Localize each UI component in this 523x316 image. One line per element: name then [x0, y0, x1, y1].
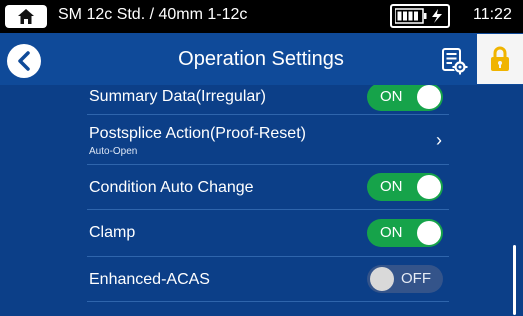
- header-bar: Operation Settings: [0, 33, 523, 85]
- toggle-state: OFF: [401, 270, 431, 287]
- clamp-toggle[interactable]: ON: [367, 219, 443, 247]
- toggle-knob: [370, 267, 394, 291]
- status-title: SM 12c Std. / 40mm 1-12c: [58, 6, 248, 23]
- toggle-knob: [417, 221, 441, 245]
- setting-row-summary-data: Summary Data(Irregular) ON: [87, 85, 449, 115]
- page-title: Operation Settings: [178, 48, 344, 70]
- setting-row-clamp: Clamp ON: [87, 210, 449, 257]
- enhanced-acas-toggle[interactable]: OFF: [367, 265, 443, 293]
- battery-icon: [395, 8, 442, 24]
- setting-row-enhanced-acas: Enhanced-ACAS OFF: [87, 257, 449, 302]
- back-icon: [18, 51, 30, 71]
- chevron-right-icon: ›: [436, 130, 442, 150]
- home-button[interactable]: [5, 5, 47, 28]
- summary-data-toggle[interactable]: ON: [367, 85, 443, 111]
- setting-sublabel: Auto-Open: [89, 146, 138, 157]
- home-icon: [18, 9, 34, 24]
- setting-row-postsplice-action[interactable]: Postsplice Action(Proof-Reset) Auto-Open…: [87, 115, 449, 165]
- settings-list: Summary Data(Irregular) ON Postsplice Ac…: [0, 85, 523, 316]
- setting-label: Condition Auto Change: [89, 179, 254, 196]
- lock-icon: [491, 46, 509, 71]
- lock-button[interactable]: [477, 34, 523, 84]
- setting-label: Postsplice Action(Proof-Reset): [89, 125, 306, 142]
- setting-label: Clamp: [89, 224, 136, 241]
- setting-label: Summary Data(Irregular): [89, 88, 266, 105]
- scrollbar[interactable]: [513, 245, 516, 315]
- setting-label: Enhanced-ACAS: [89, 271, 210, 288]
- toggle-knob: [417, 85, 441, 109]
- charging-icon: [432, 9, 442, 23]
- settings-list-icon[interactable]: [438, 45, 470, 77]
- status-time: 11:22: [473, 6, 512, 23]
- back-button[interactable]: [7, 44, 41, 78]
- battery-indicator: [390, 4, 450, 28]
- toggle-state: ON: [380, 178, 403, 195]
- toggle-knob: [417, 175, 441, 199]
- status-bar: SM 12c Std. / 40mm 1-12c 11:22: [0, 0, 523, 33]
- condition-auto-change-toggle[interactable]: ON: [367, 173, 443, 201]
- setting-row-condition-auto-change: Condition Auto Change ON: [87, 165, 449, 210]
- toggle-state: ON: [380, 224, 403, 241]
- toggle-state: ON: [380, 88, 403, 105]
